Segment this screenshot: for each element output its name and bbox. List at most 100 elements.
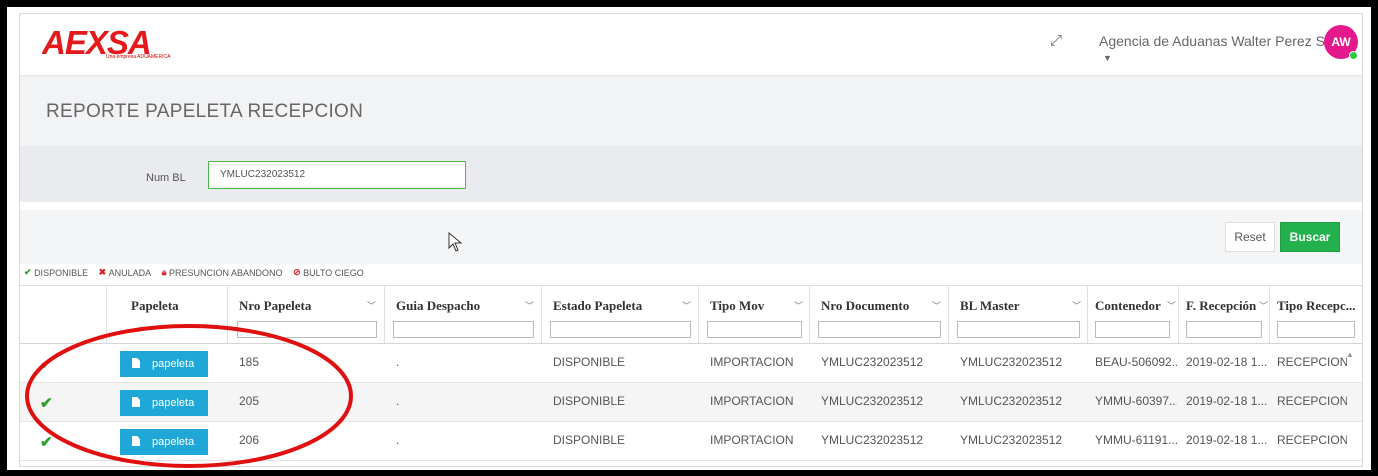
legend-presuncion: PRESUNCION ABANDONO — [169, 267, 283, 278]
num-bl-input[interactable]: YMLUC232023512 — [208, 161, 466, 189]
filter-f-recepcion[interactable] — [1186, 321, 1262, 338]
cell-estado: DISPONIBLE — [553, 394, 626, 408]
reset-button[interactable]: Reset — [1225, 222, 1275, 252]
papeleta-button[interactable]: papeleta — [120, 390, 208, 416]
header-nro-documento[interactable]: Nro Documento ﹀ — [810, 286, 949, 343]
chevron-down-icon[interactable]: ﹀ — [525, 299, 534, 312]
filter-guia-despacho[interactable] — [393, 321, 534, 338]
document-icon — [132, 397, 140, 407]
mouse-cursor-icon — [448, 232, 463, 252]
chevron-down-icon[interactable]: ﹀ — [932, 299, 941, 312]
cell-nro-documento: YMLUC232023512 — [821, 355, 924, 369]
chevron-down-icon[interactable]: ﹀ — [1259, 299, 1268, 312]
chevron-down-icon[interactable]: ﹀ — [1072, 299, 1081, 312]
filter-estado-papeleta[interactable] — [550, 321, 691, 338]
papeleta-button[interactable]: papeleta — [120, 351, 208, 377]
num-bl-label: Num BL — [146, 172, 186, 184]
cell-estado: DISPONIBLE — [553, 355, 626, 369]
cell-f-recepcion: 2019-02-18 1... — [1186, 394, 1268, 408]
header-label: F. Recepción — [1186, 298, 1257, 313]
papeleta-button-label: papeleta — [152, 358, 195, 370]
header-tipo-recepcion[interactable]: Tipo Recepc... — [1270, 286, 1362, 343]
eye-slash-icon: ⊘ — [293, 267, 301, 278]
cell-tipo-recepcion: RECEPCION — [1277, 355, 1347, 369]
header-label: Nro Papeleta — [239, 298, 312, 313]
legend-disponible: DISPONIBLE — [34, 267, 89, 278]
screenshot-frame: AEXSA Una empresa ADUAMERICA ⤢ Agencia d… — [0, 0, 1378, 476]
document-icon — [132, 436, 140, 446]
header-f-recepcion[interactable]: F. Recepción ﹀ — [1179, 286, 1270, 343]
legend-bulto: BULTO CIEGO — [303, 267, 364, 278]
header-contenedor[interactable]: Contenedor ﹀ — [1088, 286, 1179, 343]
cell-nro-documento: YMLUC232023512 — [821, 433, 924, 447]
cell-estado: DISPONIBLE — [553, 433, 626, 447]
chevron-down-icon[interactable]: ﹀ — [1167, 299, 1176, 312]
logo-subtitle: Una empresa ADUAMERICA — [106, 54, 171, 60]
cell-tipo-mov: IMPORTACION — [710, 394, 794, 408]
check-icon: ✔ — [40, 434, 53, 451]
cross-icon: ✖ — [98, 267, 107, 278]
cell-f-recepcion: 2019-02-18 1... — [1186, 355, 1268, 369]
scroll-up-icon[interactable]: ▲ — [1346, 350, 1354, 359]
cell-f-recepcion: 2019-02-18 1... — [1186, 433, 1268, 447]
header-label: Estado Papeleta — [553, 298, 643, 313]
page-title: REPORTE PAPELETA RECEPCION — [46, 101, 364, 122]
header-estado-papeleta[interactable]: Estado Papeleta ﹀ — [542, 286, 699, 343]
legend-anulada: ANULADA — [108, 267, 152, 278]
papeleta-button[interactable]: papeleta — [120, 429, 208, 455]
header-label: Tipo Mov — [710, 298, 765, 313]
page-title-bar: REPORTE PAPELETA RECEPCION — [20, 76, 1362, 146]
cell-bl-master: YMLUC232023512 — [960, 433, 1063, 447]
chevron-down-icon[interactable]: ﹀ — [794, 299, 803, 312]
spacer — [20, 202, 1362, 210]
lock-icon: 🔒︎ — [161, 267, 167, 278]
papeleta-button-label: papeleta — [152, 436, 195, 448]
fullscreen-icon[interactable]: ⤢ — [1050, 32, 1062, 49]
document-icon — [132, 358, 140, 368]
cell-contenedor: BEAU-506092... — [1095, 355, 1177, 369]
header-guia-despacho[interactable]: Guia Despacho ﹀ — [385, 286, 542, 343]
cell-nro-papeleta: 205 — [239, 394, 260, 408]
cell-bl-master: YMLUC232023512 — [960, 394, 1063, 408]
header-label: Contenedor — [1095, 298, 1161, 313]
chevron-down-icon[interactable]: ﹀ — [682, 299, 691, 312]
header-label: Guia Despacho — [396, 298, 481, 313]
app-window: AEXSA Una empresa ADUAMERICA ⤢ Agencia d… — [19, 13, 1363, 467]
table-header: Papeleta Nro Papeleta ﹀ Guia Despacho ﹀ … — [20, 286, 1362, 344]
cell-contenedor: YMMU-60397... — [1095, 394, 1177, 408]
filter-nro-documento[interactable] — [818, 321, 941, 338]
online-status-dot — [1349, 51, 1358, 60]
cell-tipo-recepcion: RECEPCION — [1277, 433, 1347, 447]
header-label: Papeleta — [131, 298, 179, 313]
header-label: Nro Documento — [821, 298, 910, 313]
action-bar: Reset Buscar — [20, 210, 1362, 264]
header-nro-papeleta[interactable]: Nro Papeleta ﹀ — [228, 286, 385, 343]
buscar-button[interactable]: Buscar — [1280, 222, 1340, 252]
header-label: BL Master — [960, 298, 1020, 313]
header-status-col — [20, 286, 107, 343]
table-row[interactable]: ✔ papeleta 205 . DISPONIBLE IMPORTACION … — [20, 383, 1362, 422]
cell-bl-master: YMLUC232023512 — [960, 355, 1063, 369]
chevron-down-icon[interactable]: ﹀ — [367, 299, 376, 312]
cell-nro-papeleta: 206 — [239, 433, 260, 447]
agency-name: Agencia de Aduanas Walter Perez Salas — [1099, 33, 1351, 49]
filter-tipo-recepcion[interactable] — [1277, 321, 1355, 338]
header-bl-master[interactable]: BL Master ﹀ — [949, 286, 1088, 343]
filter-nro-papeleta[interactable] — [237, 321, 377, 338]
table-row[interactable]: ✔ papeleta 185 . DISPONIBLE IMPORTACION … — [20, 344, 1362, 383]
filter-bl-master[interactable] — [957, 321, 1080, 338]
agency-dropdown[interactable]: Agencia de Aduanas Walter Perez Salas ▼ — [1099, 33, 1362, 65]
cell-guia-despacho: . — [396, 433, 400, 447]
papeleta-button-label: papeleta — [152, 397, 195, 409]
filter-contenedor[interactable] — [1095, 321, 1170, 338]
cell-nro-documento: YMLUC232023512 — [821, 394, 924, 408]
cell-guia-despacho: . — [396, 355, 400, 369]
caret-down-icon: ▼ — [1103, 53, 1112, 64]
header-label: Tipo Recepc... — [1277, 298, 1356, 313]
header-papeleta[interactable]: Papeleta — [107, 286, 228, 343]
cell-guia-despacho: . — [396, 394, 400, 408]
filter-tipo-mov[interactable] — [707, 321, 802, 338]
table-row[interactable]: ✔ papeleta 206 . DISPONIBLE IMPORTACION … — [20, 422, 1362, 461]
cell-tipo-recepcion: RECEPCION — [1277, 394, 1347, 408]
header-tipo-mov[interactable]: Tipo Mov ﹀ — [699, 286, 810, 343]
